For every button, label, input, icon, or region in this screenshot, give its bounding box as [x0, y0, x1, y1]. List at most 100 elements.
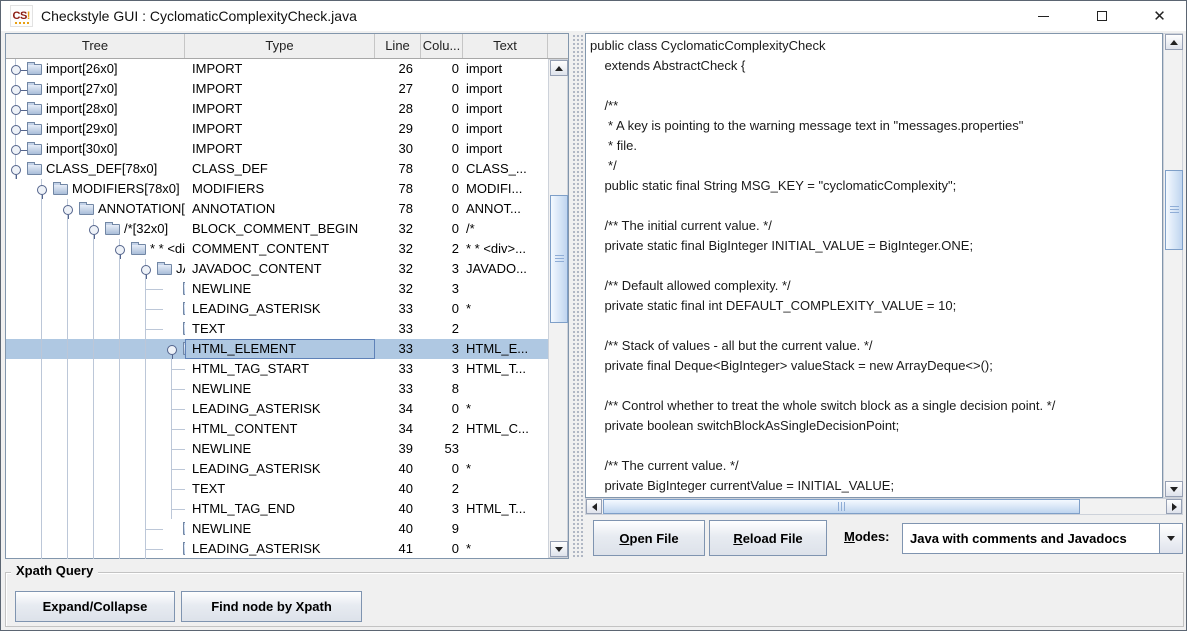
column-cell[interactable]: 0 [421, 219, 463, 239]
text-cell[interactable] [463, 519, 548, 539]
line-cell[interactable]: 32 [375, 219, 421, 239]
type-cell[interactable]: NEWLINE [185, 279, 375, 299]
line-cell[interactable]: 33 [375, 319, 421, 339]
column-cell[interactable]: 2 [421, 319, 463, 339]
table-row[interactable]: import[27x0]IMPORT270import [6, 79, 548, 99]
expand-handle-icon[interactable] [11, 125, 21, 135]
type-cell[interactable]: IMPORT [185, 139, 375, 159]
type-cell[interactable]: COMMENT_CONTENT [185, 239, 375, 259]
line-cell[interactable]: 39 [375, 439, 421, 459]
tree-cell[interactable] [6, 419, 185, 439]
table-row[interactable]: HTML_ELEMENT333HTML_E... [6, 339, 548, 359]
expand-handle-icon[interactable] [63, 205, 73, 215]
tree-cell[interactable] [6, 439, 185, 459]
type-cell[interactable]: HTML_TAG_END [185, 499, 375, 519]
text-cell[interactable] [463, 479, 548, 499]
column-cell[interactable]: 0 [421, 459, 463, 479]
table-row[interactable]: CLASS_DEF[78x0]CLASS_DEF780CLASS_... [6, 159, 548, 179]
tree-cell[interactable] [6, 359, 185, 379]
type-cell[interactable]: MODIFIERS [185, 179, 375, 199]
type-cell[interactable]: IMPORT [185, 59, 375, 79]
expand-handle-icon[interactable] [141, 265, 151, 275]
tree-cell[interactable] [6, 479, 185, 499]
type-cell[interactable]: JAVADOC_CONTENT [185, 259, 375, 279]
expand-handle-icon[interactable] [11, 65, 21, 75]
tree-cell[interactable]: import[26x0] [6, 59, 185, 79]
line-cell[interactable]: 32 [375, 259, 421, 279]
table-row[interactable]: NEWLINE409 [6, 519, 548, 539]
open-file-button[interactable]: Open File [593, 520, 705, 556]
combobox-dropdown-button[interactable] [1159, 524, 1182, 553]
text-cell[interactable] [463, 379, 548, 399]
tree-cell[interactable] [6, 539, 185, 559]
tree-cell[interactable] [6, 299, 185, 319]
column-cell[interactable]: 0 [421, 539, 463, 559]
code-vertical-scrollbar[interactable] [1163, 33, 1183, 498]
line-cell[interactable]: 29 [375, 119, 421, 139]
scrollbar-thumb[interactable] [1165, 170, 1183, 250]
expand-handle-icon[interactable] [11, 85, 21, 95]
table-row[interactable]: HTML_TAG_END403HTML_T... [6, 499, 548, 519]
column-cell[interactable]: 3 [421, 279, 463, 299]
type-cell[interactable]: LEADING_ASTERISK [185, 399, 375, 419]
expand-handle-icon[interactable] [167, 345, 177, 355]
text-cell[interactable]: import [463, 59, 548, 79]
table-row[interactable]: HTML_CONTENT342HTML_C... [6, 419, 548, 439]
type-cell[interactable]: NEWLINE [185, 519, 375, 539]
column-cell[interactable]: 3 [421, 259, 463, 279]
column-cell[interactable]: 3 [421, 499, 463, 519]
type-cell[interactable]: ANNOTATION [185, 199, 375, 219]
line-cell[interactable]: 78 [375, 179, 421, 199]
line-cell[interactable]: 26 [375, 59, 421, 79]
tree-cell[interactable]: import[29x0] [6, 119, 185, 139]
text-cell[interactable]: * [463, 539, 548, 559]
titlebar[interactable]: CS! Checkstyle GUI : CyclomaticComplexit… [1, 1, 1186, 31]
column-cell[interactable]: 2 [421, 479, 463, 499]
tree-cell[interactable] [6, 519, 185, 539]
table-row[interactable]: /*[32x0]BLOCK_COMMENT_BEGIN320/* [6, 219, 548, 239]
source-code-view[interactable]: public class CyclomaticComplexityCheck e… [585, 33, 1163, 498]
table-row[interactable]: LEADING_ASTERISK340* [6, 399, 548, 419]
split-pane-divider[interactable] [571, 33, 583, 559]
text-cell[interactable]: MODIFI... [463, 179, 548, 199]
tree-cell[interactable] [6, 499, 185, 519]
table-row[interactable]: TEXT402 [6, 479, 548, 499]
tree-cell[interactable] [6, 279, 185, 299]
type-cell[interactable]: BLOCK_COMMENT_BEGIN [185, 219, 375, 239]
line-cell[interactable]: 32 [375, 239, 421, 259]
scrollbar-thumb[interactable] [550, 195, 568, 323]
modes-combobox[interactable]: Java with comments and Javadocs [902, 523, 1183, 554]
line-cell[interactable]: 78 [375, 159, 421, 179]
column-cell[interactable]: 8 [421, 379, 463, 399]
column-header-tree[interactable]: Tree [6, 34, 185, 58]
scroll-up-button[interactable] [550, 60, 568, 76]
text-cell[interactable]: * [463, 399, 548, 419]
line-cell[interactable]: 40 [375, 519, 421, 539]
line-cell[interactable]: 41 [375, 539, 421, 559]
tree-cell[interactable]: import[28x0] [6, 99, 185, 119]
column-cell[interactable]: 0 [421, 79, 463, 99]
text-cell[interactable]: * [463, 459, 548, 479]
text-cell[interactable]: import [463, 139, 548, 159]
scrollbar-thumb[interactable] [603, 499, 1080, 514]
type-cell[interactable]: HTML_ELEMENT [185, 339, 375, 359]
text-cell[interactable]: /* [463, 219, 548, 239]
column-cell[interactable]: 0 [421, 199, 463, 219]
code-horizontal-scrollbar[interactable] [585, 498, 1183, 515]
table-row[interactable]: LEADING_ASTERISK330* [6, 299, 548, 319]
column-cell[interactable]: 2 [421, 419, 463, 439]
line-cell[interactable]: 33 [375, 299, 421, 319]
line-cell[interactable]: 34 [375, 399, 421, 419]
type-cell[interactable]: TEXT [185, 479, 375, 499]
expand-handle-icon[interactable] [115, 245, 125, 255]
text-cell[interactable]: HTML_C... [463, 419, 548, 439]
table-row[interactable]: HTML_TAG_START333HTML_T... [6, 359, 548, 379]
type-cell[interactable]: NEWLINE [185, 379, 375, 399]
table-row[interactable]: MODIFIERS[78x0]MODIFIERS780MODIFI... [6, 179, 548, 199]
text-cell[interactable]: JAVADO... [463, 259, 548, 279]
type-cell[interactable]: HTML_CONTENT [185, 419, 375, 439]
tree-cell[interactable]: /*[32x0] [6, 219, 185, 239]
line-cell[interactable]: 40 [375, 479, 421, 499]
table-row[interactable]: ANNOTATION[78x0]ANNOTATION780ANNOT... [6, 199, 548, 219]
text-cell[interactable]: HTML_T... [463, 499, 548, 519]
